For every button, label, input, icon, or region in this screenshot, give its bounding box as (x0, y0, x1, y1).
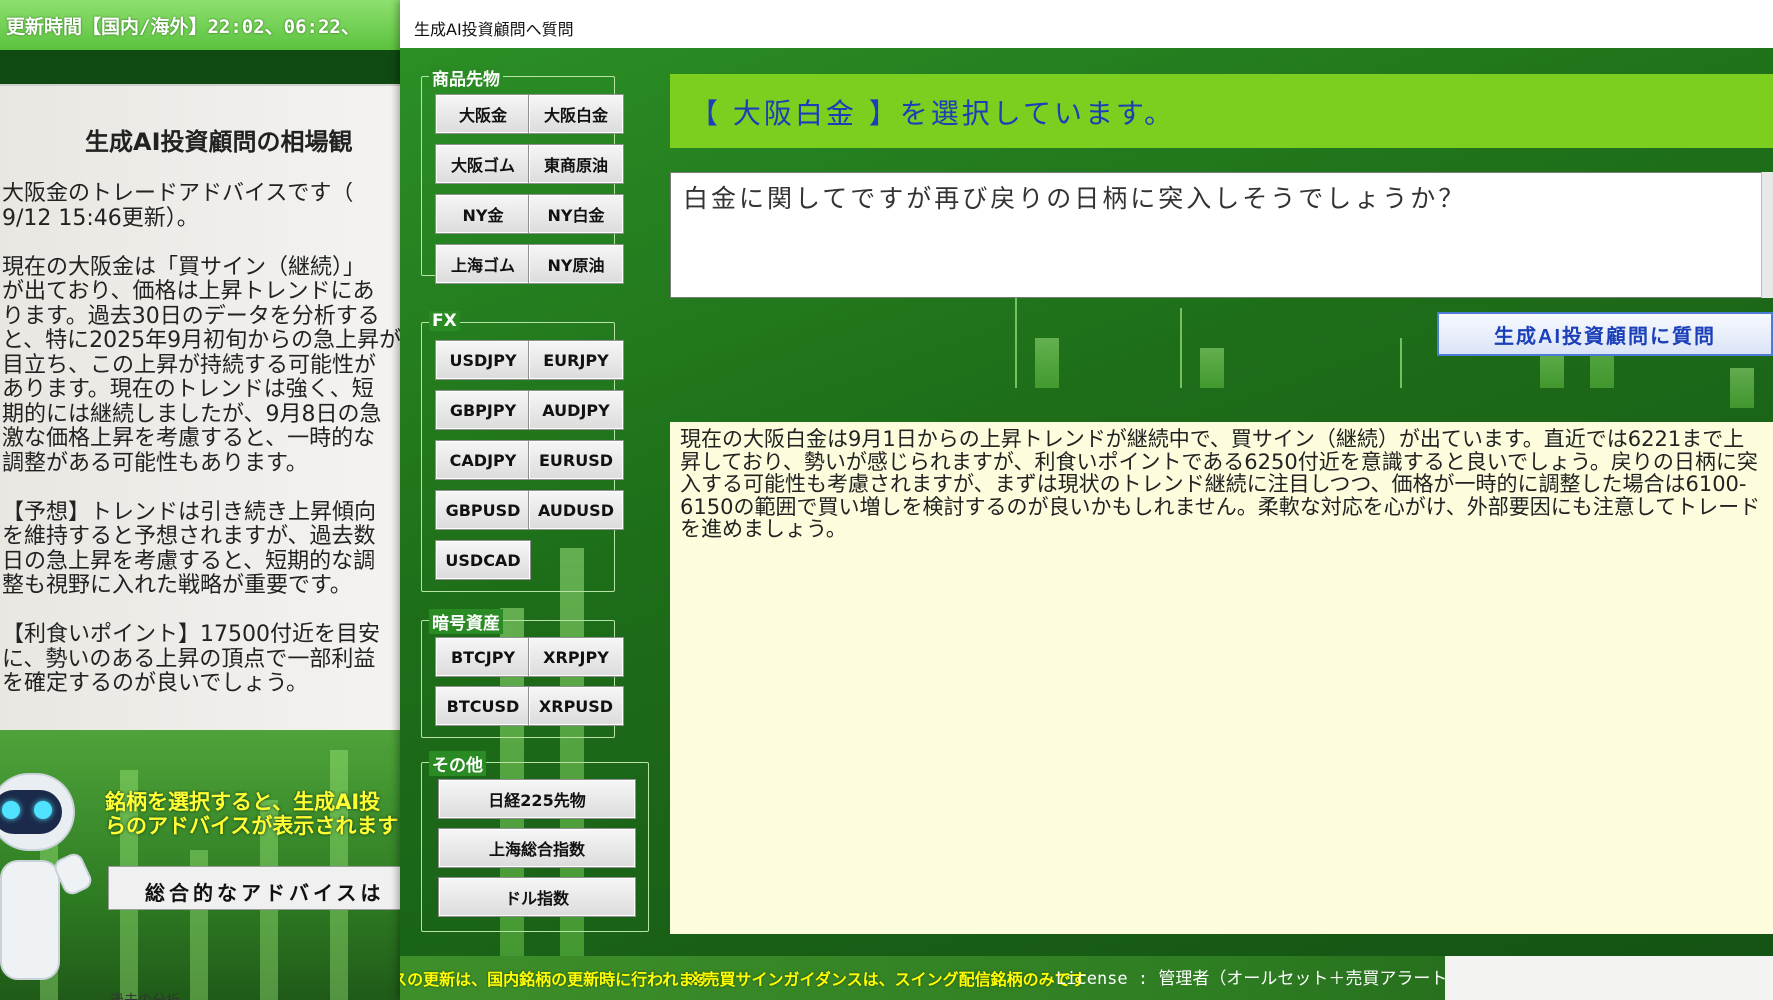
fx-button-gbpjpy[interactable]: GBPJPY (435, 390, 531, 430)
commodity-button-shanghai-rubber[interactable]: 上海ゴム (435, 244, 531, 284)
market-view-advice-text: 大阪金のトレードアドバイスです（ 9/12 15:46更新）。 現在の大阪金は「… (2, 182, 402, 696)
crypto-group-label: 暗号資産 (429, 609, 503, 634)
past-analysis-label: 過去の分析 (110, 990, 180, 1000)
question-input[interactable]: 白金に関してですが再び戻りの日柄に突入しそうでしょうか？ (670, 172, 1773, 298)
update-notice: ※アドバイスの更新は、国内銘柄の更新時に行われます (400, 970, 711, 989)
license-label: License : 管理者（オールセット＋売買アラート） (1056, 969, 1465, 989)
crypto-button-xrpusd[interactable]: XRPUSD (528, 686, 624, 726)
ai-advisor-question-dialog: 生成AI投資顧問へ質問 商品先物 大阪金 大阪白金 大阪ゴム 東商原油 NY金 … (400, 0, 1773, 1000)
signal-notice: ※売買サインガイダンスは、スイング配信銘柄のみです (688, 970, 1087, 989)
commodities-group-label: 商品先物 (429, 65, 503, 90)
commodity-button-osaka-gold[interactable]: 大阪金 (435, 94, 531, 134)
crypto-button-btcjpy[interactable]: BTCJPY (435, 637, 531, 677)
commodity-button-tocom-crude[interactable]: 東商原油 (528, 144, 624, 184)
crypto-button-btcusd[interactable]: BTCUSD (435, 686, 531, 726)
fx-button-usdjpy[interactable]: USDJPY (435, 340, 531, 380)
fx-button-usdcad[interactable]: USDCAD (435, 540, 531, 580)
overall-advice-button[interactable]: 総合的なアドバイスは (108, 866, 408, 910)
ai-answer-text: 現在の大阪白金は9月1日からの上昇トレンドが継続中で、買サイン（継続）が出ていま… (670, 422, 1773, 934)
fx-button-cadjpy[interactable]: CADJPY (435, 440, 531, 480)
dialog-client-area: 商品先物 大阪金 大阪白金 大阪ゴム 東商原油 NY金 NY白金 上海ゴム NY… (400, 48, 1773, 1000)
commodities-group: 商品先物 大阪金 大阪白金 大阪ゴム 東商原油 NY金 NY白金 上海ゴム NY… (421, 65, 624, 284)
fx-group-label: FX (429, 311, 460, 331)
fx-group: FX USDJPY EURJPY GBPJPY AUDJPY CADJPY EU… (421, 311, 624, 592)
question-scrollbar[interactable] (1761, 172, 1773, 298)
dialog-title: 生成AI投資顧問へ質問 (400, 0, 1773, 48)
other-group: その他 日経225先物 上海総合指数 ドル指数 (421, 751, 649, 932)
other-button-nikkei225-futures[interactable]: 日経225先物 (438, 779, 636, 819)
footer-corner (1445, 956, 1773, 1000)
commodity-button-osaka-platinum[interactable]: 大阪白金 (528, 94, 624, 134)
market-view-panel: 生成AI投資顧問の相場観 大阪金のトレードアドバイスです（ 9/12 15:46… (0, 84, 410, 730)
commodity-button-ny-gold[interactable]: NY金 (435, 194, 531, 234)
crypto-button-xrpjpy[interactable]: XRPJPY (528, 637, 624, 677)
fx-button-gbpusd[interactable]: GBPUSD (435, 490, 531, 530)
other-group-label: その他 (429, 751, 486, 776)
fx-button-audjpy[interactable]: AUDJPY (528, 390, 624, 430)
commodity-button-osaka-rubber[interactable]: 大阪ゴム (435, 144, 531, 184)
commodity-button-ny-crude[interactable]: NY原油 (528, 244, 624, 284)
fx-button-eurusd[interactable]: EURUSD (528, 440, 624, 480)
select-instruction-note: 銘柄を選択すると、生成AI投 らのアドバイスが表示されます (105, 790, 399, 838)
update-time-header: 更新時間【国内/海外】22:02、06:22、 (0, 0, 410, 50)
fx-button-eurjpy[interactable]: EURJPY (528, 340, 624, 380)
crypto-group: 暗号資産 BTCJPY XRPJPY BTCUSD XRPUSD (421, 609, 624, 738)
ask-ai-advisor-button[interactable]: 生成AI投資顧問に質問 (1437, 312, 1773, 356)
other-button-dollar-index[interactable]: ドル指数 (438, 877, 636, 917)
robot-mascot-icon (0, 765, 95, 1000)
selected-instrument-banner: 【 大阪白金 】を選択しています。 (670, 74, 1773, 148)
commodity-button-ny-platinum[interactable]: NY白金 (528, 194, 624, 234)
market-view-title: 生成AI投資顧問の相場観 (85, 128, 353, 156)
fx-button-audusd[interactable]: AUDUSD (528, 490, 624, 530)
header-divider (0, 50, 410, 84)
other-button-shanghai-composite[interactable]: 上海総合指数 (438, 828, 636, 868)
